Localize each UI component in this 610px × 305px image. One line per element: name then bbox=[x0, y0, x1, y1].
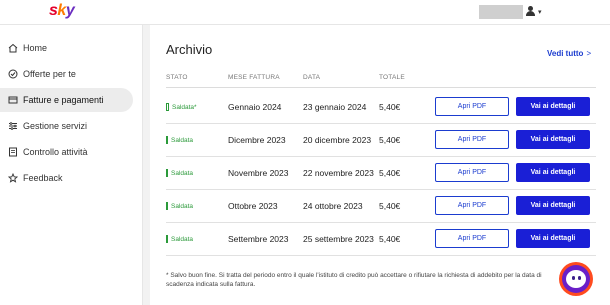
table-row: Saldata Settembre 2023 25 settembre 2023… bbox=[166, 223, 596, 256]
status-badge: Saldata bbox=[166, 136, 193, 144]
invoice-month: Ottobre 2023 bbox=[228, 201, 278, 211]
home-icon bbox=[8, 43, 18, 53]
status-badge: Saldata bbox=[166, 235, 193, 243]
status-badge: Saldata bbox=[166, 202, 193, 210]
invoice-total: 5,40€ bbox=[379, 201, 401, 211]
view-details-button[interactable]: Vai ai dettagli bbox=[516, 130, 590, 149]
page-title: Archivio bbox=[166, 42, 213, 57]
invoice-total: 5,40€ bbox=[379, 102, 401, 112]
offers-icon bbox=[8, 69, 18, 79]
view-details-button[interactable]: Vai ai dettagli bbox=[516, 229, 590, 248]
header-divider bbox=[166, 87, 596, 88]
assistant-avatar-icon bbox=[566, 270, 586, 288]
invoice-total: 5,40€ bbox=[379, 234, 401, 244]
archive-panel: Archivio Vedi tutto > STATO MESE FATTURA … bbox=[150, 25, 610, 305]
footnote: * Salvo buon fine. Si tratta del periodo… bbox=[166, 272, 542, 288]
invoice-total: 5,40€ bbox=[379, 168, 401, 178]
invoice-date: 20 dicembre 2023 bbox=[303, 135, 372, 145]
invoice-month: Novembre 2023 bbox=[228, 168, 289, 178]
services-icon bbox=[8, 121, 18, 131]
invoice-date: 22 novembre 2023 bbox=[303, 168, 374, 178]
sidebar-item-services[interactable]: Gestione servizi bbox=[0, 114, 133, 138]
table-row: Saldata* Gennaio 2024 23 gennaio 2024 5,… bbox=[166, 91, 596, 124]
open-pdf-button[interactable]: Apri PDF bbox=[435, 97, 509, 116]
status-badge: Saldata* bbox=[166, 103, 197, 111]
sidebar-item-label: Controllo attività bbox=[23, 147, 88, 157]
column-header-month: MESE FATTURA bbox=[228, 74, 280, 81]
top-bar: sky ▾ bbox=[0, 0, 610, 25]
invoice-month: Dicembre 2023 bbox=[228, 135, 286, 145]
sidebar-item-label: Feedback bbox=[23, 173, 63, 183]
sidebar-item-label: Gestione servizi bbox=[23, 121, 88, 131]
table-row: Saldata Ottobre 2023 24 ottobre 2023 5,4… bbox=[166, 190, 596, 223]
chevron-right-icon: > bbox=[586, 49, 592, 58]
user-icon[interactable] bbox=[526, 5, 535, 17]
column-header-total: TOTALE bbox=[379, 74, 405, 81]
open-pdf-button[interactable]: Apri PDF bbox=[435, 229, 509, 248]
invoice-icon bbox=[8, 95, 18, 105]
user-name-redacted[interactable] bbox=[479, 5, 523, 19]
sidebar-item-activity[interactable]: Controllo attività bbox=[0, 140, 133, 164]
see-all-link[interactable]: Vedi tutto > bbox=[547, 49, 591, 58]
invoice-month: Gennaio 2024 bbox=[228, 102, 282, 112]
invoice-date: 24 ottobre 2023 bbox=[303, 201, 363, 211]
activity-icon bbox=[8, 147, 18, 157]
column-header-status: STATO bbox=[166, 74, 188, 81]
sidebar-item-offers[interactable]: Offerte per te bbox=[0, 62, 133, 86]
table-row: Saldata Novembre 2023 22 novembre 2023 5… bbox=[166, 157, 596, 190]
status-badge: Saldata bbox=[166, 169, 193, 177]
column-header-date: DATA bbox=[303, 74, 321, 81]
invoice-total: 5,40€ bbox=[379, 135, 401, 145]
view-details-button[interactable]: Vai ai dettagli bbox=[516, 196, 590, 215]
chevron-down-icon[interactable]: ▾ bbox=[538, 8, 542, 16]
star-icon bbox=[8, 173, 18, 183]
table-row: Saldata Dicembre 2023 20 dicembre 2023 5… bbox=[166, 124, 596, 157]
open-pdf-button[interactable]: Apri PDF bbox=[435, 163, 509, 182]
sidebar-item-label: Fatture e pagamenti bbox=[23, 95, 104, 105]
sidebar-item-label: Offerte per te bbox=[23, 69, 76, 79]
sidebar: Home Offerte per te Fatture e pagamenti … bbox=[0, 25, 143, 305]
chat-assistant-button[interactable] bbox=[559, 262, 593, 296]
view-details-button[interactable]: Vai ai dettagli bbox=[516, 163, 590, 182]
open-pdf-button[interactable]: Apri PDF bbox=[435, 130, 509, 149]
sidebar-item-label: Home bbox=[23, 43, 48, 53]
open-pdf-button[interactable]: Apri PDF bbox=[435, 196, 509, 215]
sidebar-item-invoices[interactable]: Fatture e pagamenti bbox=[0, 88, 133, 112]
invoice-date: 25 settembre 2023 bbox=[303, 234, 374, 244]
invoice-month: Settembre 2023 bbox=[228, 234, 289, 244]
invoice-date: 23 gennaio 2024 bbox=[303, 102, 367, 112]
view-details-button[interactable]: Vai ai dettagli bbox=[516, 97, 590, 116]
sky-logo[interactable]: sky bbox=[49, 2, 75, 20]
sidebar-item-feedback[interactable]: Feedback bbox=[0, 166, 133, 190]
sidebar-item-home[interactable]: Home bbox=[0, 36, 133, 60]
